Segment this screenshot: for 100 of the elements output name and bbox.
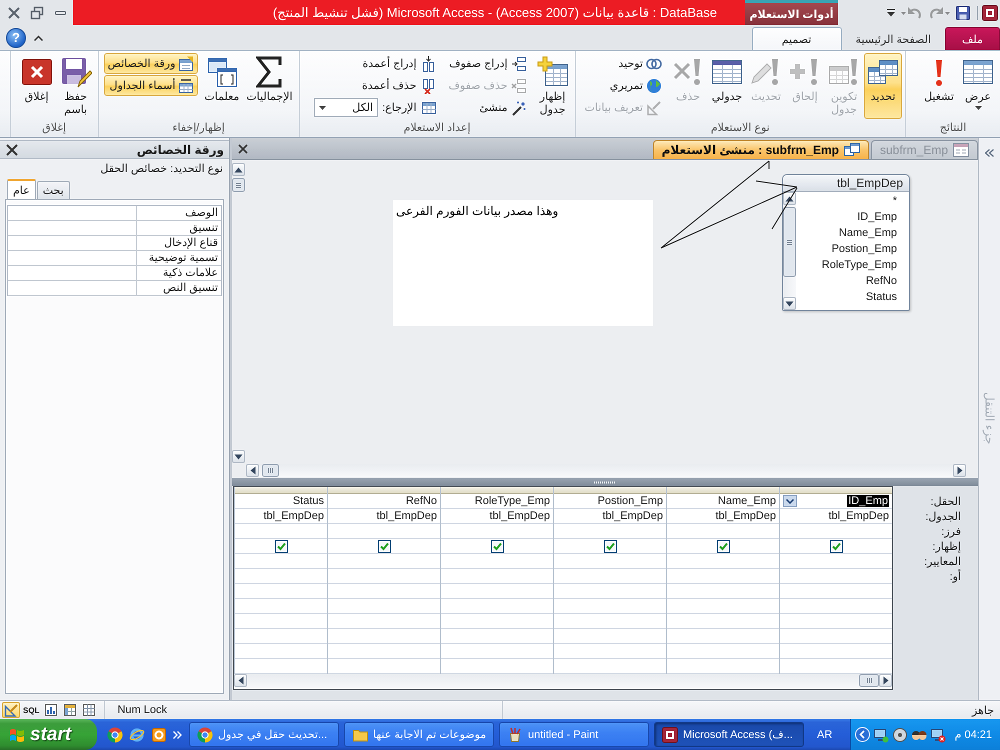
sql-view-button[interactable]: SQL bbox=[21, 702, 42, 718]
taskbar-button[interactable]: untitled - Paint bbox=[499, 722, 649, 747]
scrollbar[interactable] bbox=[783, 192, 796, 310]
ribbon-tab[interactable]: الصفحة الرئيسية bbox=[846, 27, 940, 50]
column-selector[interactable] bbox=[235, 487, 327, 494]
scroll-up-button[interactable] bbox=[232, 163, 245, 176]
grid-cell[interactable]: tbl_EmpDep bbox=[328, 509, 440, 524]
grid-cell[interactable] bbox=[235, 539, 327, 554]
quick-launch-button[interactable] bbox=[107, 726, 123, 742]
property-value-field[interactable] bbox=[8, 221, 137, 235]
scroll-right-button[interactable] bbox=[953, 464, 966, 477]
property-value-field[interactable] bbox=[8, 266, 137, 280]
document-tab[interactable]: subfrm_Emp : منشئ الاستعلام bbox=[652, 140, 869, 159]
property-value-field[interactable] bbox=[8, 281, 137, 295]
grid-cell[interactable]: RefNo bbox=[328, 494, 440, 509]
taskbar-button[interactable]: Microsoft Access (ف... bbox=[654, 722, 804, 747]
scroll-thumb[interactable] bbox=[232, 178, 245, 192]
monitor-icon[interactable] bbox=[872, 726, 889, 742]
grid-cell[interactable]: ID_Emp bbox=[780, 494, 892, 509]
more-button[interactable] bbox=[173, 730, 182, 738]
column-selector[interactable] bbox=[441, 487, 553, 494]
view-button[interactable] bbox=[2, 702, 20, 718]
triangle-left-icon bbox=[250, 466, 256, 475]
monitor-error-icon[interactable] bbox=[930, 726, 946, 742]
quick-launch-button[interactable] bbox=[129, 726, 145, 742]
ribbon-button[interactable]: الإجماليات bbox=[243, 53, 296, 119]
property-value-field[interactable] bbox=[8, 206, 137, 220]
scrollbar[interactable] bbox=[234, 674, 892, 689]
scroll-left-button[interactable] bbox=[234, 674, 247, 687]
scrollbar[interactable] bbox=[246, 464, 966, 477]
ribbon-button[interactable]: تشغيل bbox=[920, 53, 958, 119]
ribbon-tab[interactable]: تصميم bbox=[752, 27, 842, 50]
grid-cell[interactable]: Postion_Emp bbox=[554, 494, 666, 509]
property-value-field[interactable] bbox=[8, 236, 137, 250]
grid-cell[interactable]: tbl_EmpDep bbox=[554, 509, 666, 524]
ribbon-button[interactable]: عرض bbox=[959, 53, 997, 119]
column-selector[interactable] bbox=[554, 487, 666, 494]
field-item[interactable]: ID_Emp bbox=[796, 209, 909, 225]
grid-cell[interactable] bbox=[328, 539, 440, 554]
checkbox[interactable] bbox=[274, 540, 288, 552]
ribbon-button[interactable]: منشئ bbox=[444, 97, 531, 118]
taskbar-button[interactable]: موضوعات تم الاجابة عنها bbox=[344, 722, 494, 747]
scroll-left-button[interactable] bbox=[246, 464, 259, 477]
ribbon-button[interactable]: حذف أعمدة bbox=[311, 75, 440, 96]
checkbox[interactable] bbox=[378, 540, 390, 552]
field-item[interactable]: Status bbox=[796, 289, 909, 305]
return-dropdown[interactable]: الكل bbox=[314, 98, 378, 117]
save-button[interactable] bbox=[953, 4, 973, 22]
quick-launch-button[interactable] bbox=[151, 726, 167, 742]
disc-icon[interactable] bbox=[892, 726, 908, 742]
scroll-down-button[interactable] bbox=[783, 297, 796, 310]
ribbon-button[interactable]: إدراج أعمدة bbox=[311, 53, 440, 74]
ribbon-tab[interactable]: ملف bbox=[945, 27, 1000, 50]
scrollbar[interactable] bbox=[232, 160, 245, 463]
taskbar-button[interactable]: تحديث حقل في جدول... bbox=[189, 722, 339, 747]
scroll-thumb[interactable] bbox=[859, 674, 879, 687]
checkbox[interactable] bbox=[490, 540, 504, 552]
tab[interactable]: عام bbox=[7, 179, 36, 199]
scroll-thumb[interactable] bbox=[783, 207, 796, 277]
scroll-thumb[interactable] bbox=[262, 464, 279, 477]
grid-cell[interactable]: tbl_EmpDep bbox=[780, 509, 892, 524]
collapse-ribbon-button[interactable] bbox=[32, 32, 45, 42]
grid-cell[interactable]: Name_Emp bbox=[667, 494, 779, 509]
field-item[interactable]: Postion_Emp bbox=[796, 241, 909, 257]
checkbox[interactable] bbox=[716, 540, 730, 552]
ribbon-button[interactable]: جدولي bbox=[708, 53, 746, 119]
ribbon-button[interactable]: إغلاق bbox=[18, 53, 56, 119]
grid-cell[interactable]: tbl_EmpDep bbox=[667, 509, 779, 524]
checkbox[interactable] bbox=[830, 540, 842, 552]
grid-cell[interactable] bbox=[554, 539, 666, 554]
ribbon-button[interactable]: توحيد bbox=[580, 53, 666, 74]
ribbon-button[interactable]: تحديد bbox=[864, 53, 902, 119]
checkbox[interactable] bbox=[604, 540, 616, 552]
grid-cell[interactable]: RoleType_Emp bbox=[441, 494, 553, 509]
ribbon-button[interactable]: أسماء الجداول bbox=[104, 75, 198, 96]
field-item[interactable]: * bbox=[796, 193, 909, 209]
grid-cell[interactable]: tbl_EmpDep bbox=[235, 509, 327, 524]
column-selector[interactable] bbox=[328, 487, 440, 494]
ribbon-button[interactable]: حفظ باسم bbox=[56, 53, 95, 121]
field-item[interactable]: RoleType_Emp bbox=[796, 257, 909, 273]
scroll-right-button[interactable] bbox=[879, 674, 892, 687]
close-button[interactable] bbox=[5, 142, 19, 156]
grid-cell[interactable]: tbl_EmpDep bbox=[441, 509, 553, 524]
ribbon-button[interactable]: ورقة الخصائص bbox=[104, 53, 198, 74]
grid-cell[interactable] bbox=[780, 539, 892, 554]
grid-cell[interactable] bbox=[667, 539, 779, 554]
ribbon-button[interactable]: تمريري bbox=[580, 75, 666, 96]
dropdown-button[interactable] bbox=[783, 495, 797, 507]
property-value-field[interactable] bbox=[8, 251, 137, 265]
ribbon-button[interactable]: إظهار جدول bbox=[534, 53, 572, 121]
language-indicator[interactable]: AR bbox=[814, 728, 836, 740]
tray-expand-button[interactable] bbox=[854, 727, 870, 742]
ribbon-button[interactable]: معلمات bbox=[201, 53, 242, 119]
grid-cell[interactable] bbox=[441, 539, 553, 554]
field-item[interactable]: RefNo bbox=[796, 273, 909, 289]
tab[interactable]: بحث bbox=[36, 181, 70, 199]
scroll-down-button[interactable] bbox=[232, 450, 245, 463]
ribbon-button[interactable]: إدراج صفوف bbox=[444, 53, 531, 74]
grid-cell[interactable]: Status bbox=[235, 494, 327, 509]
field-item[interactable]: Name_Emp bbox=[796, 225, 909, 241]
